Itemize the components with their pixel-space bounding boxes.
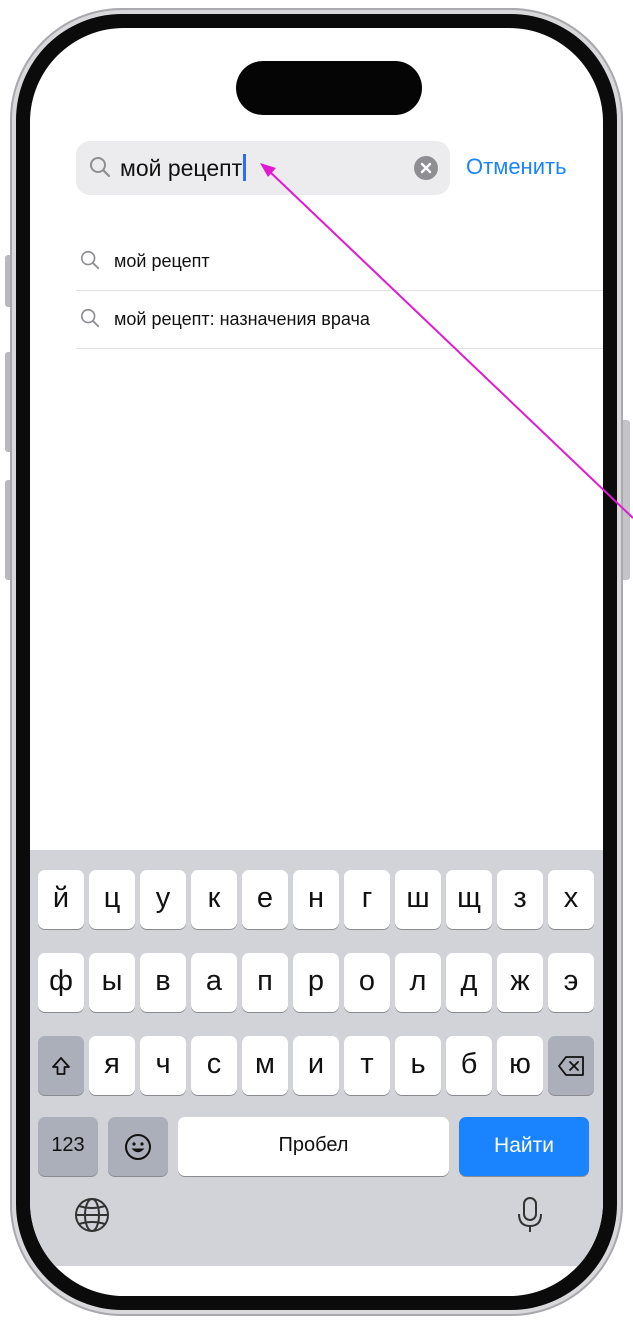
microphone-icon[interactable] [510,1195,550,1235]
key[interactable]: о [344,953,390,1012]
key[interactable]: я [89,1036,135,1095]
key[interactable]: й [38,870,84,929]
search-icon [79,249,101,271]
key[interactable]: ф [38,953,84,1012]
search-key[interactable]: Найти [459,1117,589,1176]
key[interactable]: м [242,1036,288,1095]
key[interactable]: и [293,1036,339,1095]
phone-bezel: мой рецепт Отменить мой рецепт мой рецеп… [16,14,617,1310]
key[interactable]: б [446,1036,492,1095]
key[interactable]: у [140,870,186,929]
key[interactable]: т [344,1036,390,1095]
key[interactable]: л [395,953,441,1012]
search-input-value: мой рецепт [120,153,247,183]
dynamic-island [236,61,422,115]
power-button [623,420,630,580]
shift-key[interactable] [38,1036,84,1095]
key[interactable]: г [344,870,390,929]
key[interactable]: а [191,953,237,1012]
key[interactable]: ж [497,953,543,1012]
suggestion-label: мой рецепт [114,251,210,271]
suggestion-label: мой рецепт: назначения врача [114,309,370,329]
close-icon [420,162,432,174]
text-cursor [243,154,247,181]
key[interactable]: ш [395,870,441,929]
onscreen-keyboard: й ц у к е н г ш щ з х ф ы в а п р о л д [30,850,603,1266]
key[interactable]: з [497,870,543,929]
search-suggestions-list: мой рецепт мой рецепт: назначения врача [76,233,603,349]
key[interactable]: п [242,953,288,1012]
key[interactable]: ц [89,870,135,929]
shift-icon [38,1036,84,1095]
numbers-key[interactable]: 123 [38,1117,98,1176]
phone-screen: мой рецепт Отменить мой рецепт мой рецеп… [30,28,603,1296]
key[interactable]: х [548,870,594,929]
key[interactable]: р [293,953,339,1012]
emoji-icon [108,1117,168,1176]
key[interactable]: е [242,870,288,929]
key[interactable]: ь [395,1036,441,1095]
phone-frame: мой рецепт Отменить мой рецепт мой рецеп… [10,8,623,1316]
search-icon [79,307,101,329]
key[interactable]: щ [446,870,492,929]
key[interactable]: н [293,870,339,929]
key[interactable]: к [191,870,237,929]
search-input[interactable]: мой рецепт [76,141,450,195]
suggestion-item[interactable]: мой рецепт: назначения врача [76,291,603,349]
key[interactable]: ч [140,1036,186,1095]
key[interactable]: э [548,953,594,1012]
key[interactable]: д [446,953,492,1012]
backspace-key[interactable] [548,1036,594,1095]
globe-icon[interactable] [72,1195,112,1235]
cancel-button[interactable]: Отменить [466,152,567,182]
backspace-icon [548,1036,594,1095]
key[interactable]: ы [89,953,135,1012]
search-icon [88,155,112,179]
key[interactable]: ю [497,1036,543,1095]
suggestion-item[interactable]: мой рецепт [76,233,603,291]
space-key[interactable]: Пробел [178,1117,449,1176]
key[interactable]: в [140,953,186,1012]
emoji-key[interactable] [108,1117,168,1176]
key[interactable]: с [191,1036,237,1095]
clear-text-button[interactable] [414,156,438,180]
